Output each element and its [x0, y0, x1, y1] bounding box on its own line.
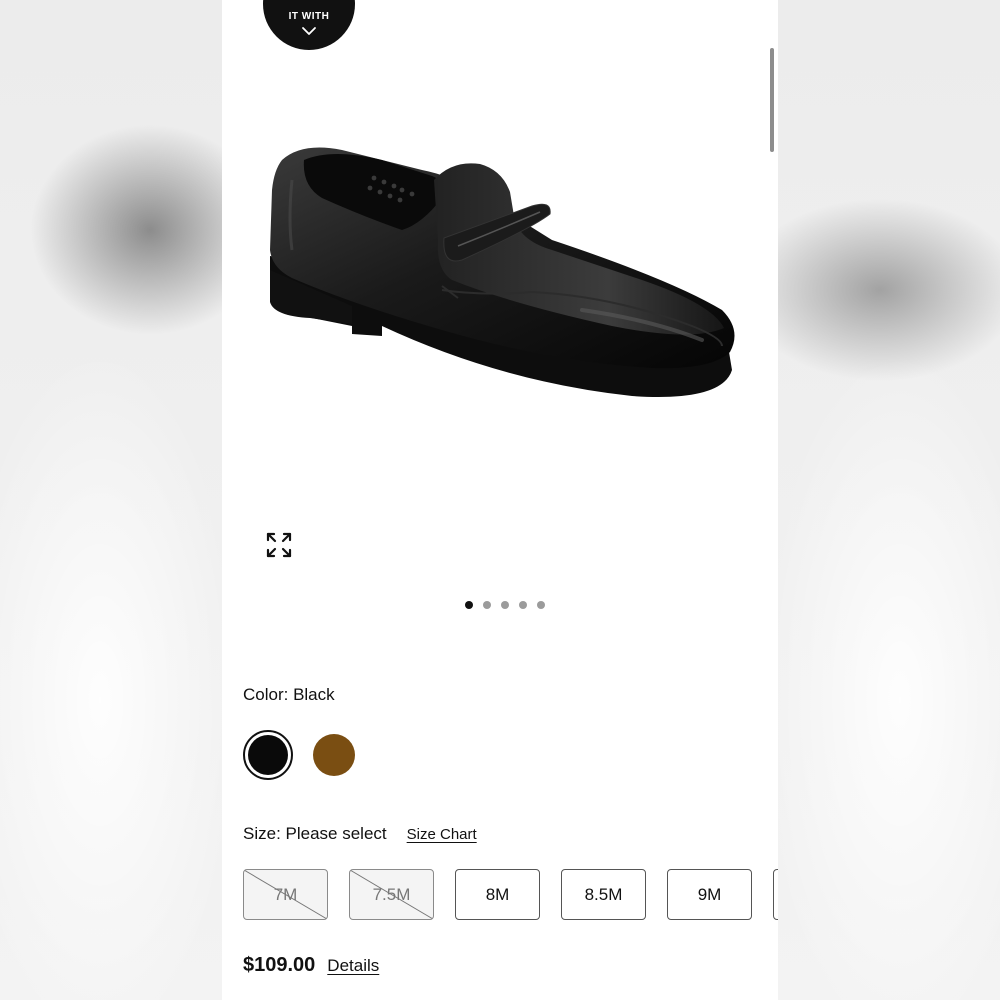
size-option-label: 7M	[273, 884, 298, 904]
swatch-black[interactable]	[243, 730, 293, 780]
size-chart-link[interactable]: Size Chart	[407, 826, 477, 843]
size-option-7-5m[interactable]: 7.5M	[349, 869, 434, 920]
details-link[interactable]: Details	[327, 956, 379, 976]
pager-dot[interactable]	[501, 601, 509, 609]
size-label: Size: Please select	[243, 824, 387, 843]
pager-dot[interactable]	[465, 601, 473, 609]
size-option-label: 8M	[485, 884, 510, 904]
color-label: Color: Black	[243, 685, 335, 704]
size-option-7m[interactable]: 7M	[243, 869, 328, 920]
expand-icon[interactable]	[264, 530, 294, 560]
price-row: $109.00 Details	[243, 954, 379, 977]
pager-dot[interactable]	[483, 601, 491, 609]
size-option-label: 8.5M	[584, 884, 623, 904]
color-swatches	[243, 730, 359, 780]
wear-it-with-badge[interactable]: IT WITH	[263, 0, 355, 50]
size-options: 7M 7.5M 8M 8.5M 9M	[243, 869, 778, 920]
size-option-8m[interactable]: 8M	[455, 869, 540, 920]
size-header: Size: Please select Size Chart	[243, 824, 477, 844]
scrollbar[interactable]	[770, 48, 774, 152]
swatch-brown[interactable]	[309, 730, 359, 780]
badge-label: IT WITH	[288, 11, 330, 22]
image-pager	[222, 601, 778, 611]
product-image	[270, 147, 735, 397]
product-page: IT WITH Color: Black Size: Please select…	[222, 0, 778, 1000]
swatch-brown-fill	[313, 734, 355, 776]
chevron-down-icon	[302, 27, 316, 35]
swatch-black-fill	[248, 735, 288, 775]
size-option-8-5m[interactable]: 8.5M	[561, 869, 646, 920]
price: $109.00	[243, 954, 316, 976]
pager-dot[interactable]	[537, 601, 545, 609]
size-option-label: 9M	[697, 884, 722, 904]
pager-dot[interactable]	[519, 601, 527, 609]
size-option-9m[interactable]: 9M	[667, 869, 752, 920]
size-option-label: 7.5M	[372, 884, 411, 904]
size-option-partial[interactable]	[773, 869, 778, 920]
